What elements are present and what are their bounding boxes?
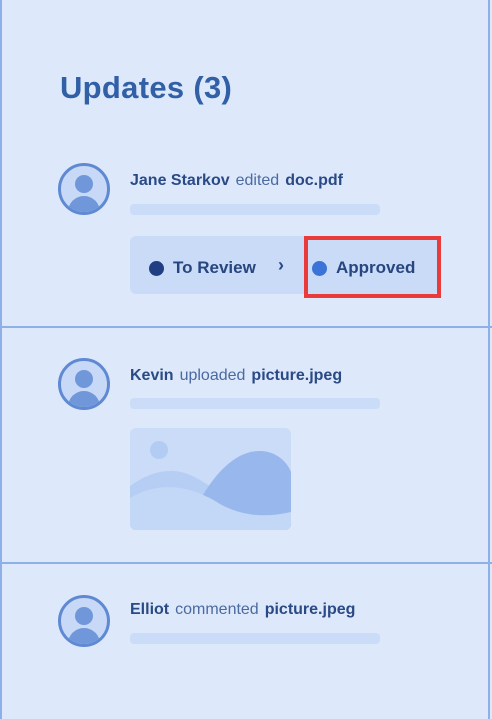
image-icon [130, 441, 291, 530]
page-title: Updates (3) [60, 70, 233, 105]
status-label: To Review [173, 258, 256, 277]
update-text: Jane Starkov edited doc.pdf [130, 172, 343, 190]
update-action: commented [175, 601, 259, 618]
divider [0, 562, 492, 564]
status-to-review[interactable]: To Review [149, 258, 256, 278]
file-name[interactable]: picture.jpeg [251, 367, 342, 384]
status-dot-icon [149, 260, 164, 276]
highlight-box [304, 236, 441, 298]
update-text: Elliot commented picture.jpeg [130, 601, 355, 619]
update-action: edited [235, 172, 280, 189]
user-icon-body [68, 196, 100, 212]
user-icon-head [75, 607, 93, 625]
user-icon-head [75, 175, 93, 193]
user-name[interactable]: Kevin [130, 367, 174, 384]
chevron-right-icon: › [278, 255, 284, 275]
avatar[interactable] [58, 358, 110, 410]
divider [0, 326, 492, 328]
user-icon-body [68, 391, 100, 407]
user-name[interactable]: Jane Starkov [130, 172, 230, 189]
text-placeholder [130, 204, 380, 215]
text-placeholder [130, 398, 380, 409]
text-placeholder [130, 633, 380, 644]
image-thumbnail[interactable] [130, 428, 291, 530]
file-name[interactable]: doc.pdf [285, 172, 343, 189]
update-action: uploaded [179, 367, 246, 384]
avatar[interactable] [58, 595, 110, 647]
user-icon-body [68, 628, 100, 644]
user-name[interactable]: Elliot [130, 601, 169, 618]
user-icon-head [75, 370, 93, 388]
file-name[interactable]: picture.jpeg [265, 601, 356, 618]
avatar[interactable] [58, 163, 110, 215]
update-text: Kevin uploaded picture.jpeg [130, 367, 342, 385]
